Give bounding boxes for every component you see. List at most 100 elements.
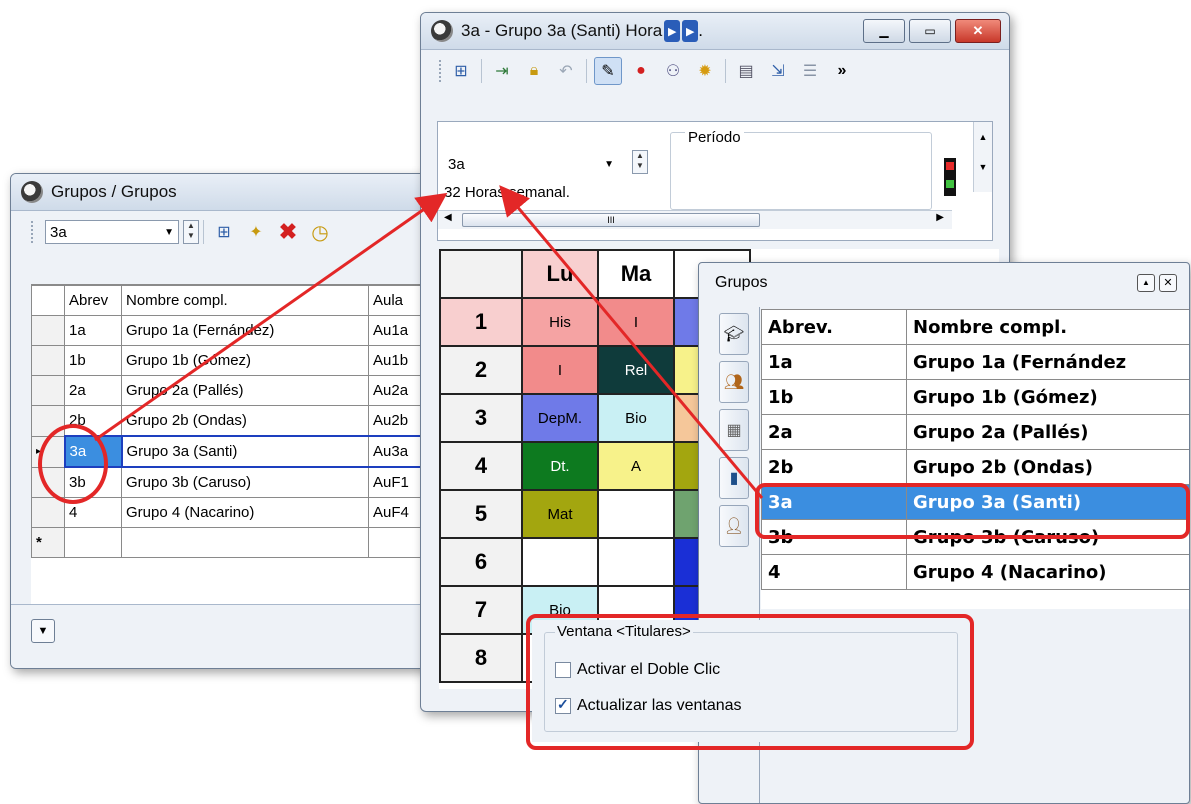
gear-icon[interactable]: ✹ — [692, 58, 718, 84]
scroll-left-icon[interactable]: ◀ — [444, 212, 452, 223]
lesson-cell[interactable]: Rel — [597, 345, 675, 395]
horizontal-scrollbar[interactable]: ◀ III ▶ — [438, 210, 952, 229]
list-item[interactable]: 2a Grupo 2a (Pallés) — [761, 414, 1189, 450]
cell-name[interactable]: Grupo 2b (Ondas) — [121, 405, 369, 437]
list-item-name[interactable]: Grupo 1a (Fernández — [906, 344, 1189, 380]
classes-tab-icon[interactable]: 👥︎ — [719, 361, 749, 403]
list-item[interactable]: 1a Grupo 1a (Fernández — [761, 344, 1189, 380]
layout-icon[interactable]: ☰ — [797, 58, 823, 84]
list-item-abbr[interactable]: 4 — [761, 554, 907, 590]
row-selector[interactable] — [31, 345, 65, 376]
grid-view-icon[interactable]: ⊞ — [448, 58, 474, 84]
cell-name[interactable]: Grupo 4 (Nacarino) — [121, 497, 369, 528]
toolbar-grip[interactable] — [439, 60, 445, 82]
cell-name[interactable]: Grupo 2a (Pallés) — [121, 375, 369, 406]
table-row[interactable]: 2a Grupo 2a (Pallés) Au2a — [31, 375, 431, 406]
cell-name[interactable]: Grupo 1a (Fernández) — [121, 315, 369, 346]
panel-column-name[interactable]: Nombre compl. — [906, 309, 1189, 345]
close-panel-icon[interactable]: ✕ — [1159, 274, 1177, 292]
new-row[interactable]: * — [31, 527, 431, 558]
lesson-cell[interactable]: A — [597, 441, 675, 491]
list-item-name[interactable]: Grupo 1b (Gómez) — [906, 379, 1189, 415]
maximize-button[interactable]: ▭ — [909, 19, 951, 43]
list-item-abbr[interactable]: 1a — [761, 344, 907, 380]
nav-last-icon[interactable]: ▶ — [682, 20, 699, 42]
day-header[interactable]: Ma — [597, 249, 675, 299]
table-row[interactable]: 4 Grupo 4 (Nacarino) AuF4 — [31, 497, 431, 528]
table-row[interactable]: 1b Grupo 1b (Gómez) Au1b — [31, 345, 431, 376]
row-selector[interactable] — [31, 375, 65, 406]
teacher-tab-icon[interactable]: 🎓︎ — [719, 313, 749, 355]
day-header[interactable]: Lu — [521, 249, 599, 299]
list-item[interactable]: 2b Grupo 2b (Ondas) — [761, 449, 1189, 485]
lesson-cell[interactable] — [597, 537, 675, 587]
new-record-icon[interactable]: ✦ — [243, 219, 269, 245]
exit-icon[interactable]: ⇥ — [489, 58, 515, 84]
minimize-button[interactable]: ▁ — [863, 19, 905, 43]
period-number: 3 — [439, 393, 523, 443]
lesson-cell[interactable] — [597, 489, 675, 539]
cell-name[interactable]: Grupo 3a (Santi) — [121, 435, 369, 468]
dropdown-arrow-icon[interactable]: ▼ — [604, 159, 614, 170]
list-item-abbr[interactable]: 2a — [761, 414, 907, 450]
clock-icon[interactable]: ◷ — [307, 219, 333, 245]
student-tab-icon[interactable]: 👤︎ — [719, 505, 749, 547]
cell-abbr[interactable]: 1a — [64, 315, 122, 346]
table-row[interactable]: 1a Grupo 1a (Fernández) Au1a — [31, 315, 431, 346]
list-item-abbr[interactable]: 2b — [761, 449, 907, 485]
groups-panel-titlebar[interactable]: Grupos ▲ ✕ — [699, 263, 1189, 303]
list-item[interactable]: 4 Grupo 4 (Nacarino) — [761, 554, 1189, 590]
users-icon[interactable]: ⚇ — [660, 58, 686, 84]
lesson-cell[interactable]: His — [521, 297, 599, 347]
close-button[interactable]: ✕ — [955, 19, 1001, 43]
list-item-abbr[interactable]: 1b — [761, 379, 907, 415]
palette-icon[interactable]: ✎ — [594, 57, 622, 85]
row-selector[interactable] — [31, 497, 65, 528]
vertical-scrollbar[interactable]: ▲ ▼ — [973, 122, 992, 192]
collapse-button[interactable]: ▼ — [31, 619, 55, 643]
row-selector[interactable] — [31, 315, 65, 346]
rooms-tab-icon[interactable]: ▦ — [719, 409, 749, 451]
column-header-name[interactable]: Nombre compl. — [121, 285, 369, 316]
pin-icon[interactable]: ● — [628, 58, 654, 84]
list-item-name[interactable]: Grupo 4 (Nacarino) — [906, 554, 1189, 590]
groups-window-titlebar[interactable]: Grupos / Grupos — [11, 174, 431, 211]
export-icon[interactable]: ⇲ — [765, 58, 791, 84]
lesson-cell[interactable]: I — [597, 297, 675, 347]
list-item-name[interactable]: Grupo 2b (Ondas) — [906, 449, 1189, 485]
collapse-panel-icon[interactable]: ▲ — [1137, 274, 1155, 292]
list-item-name[interactable]: Grupo 2a (Pallés) — [906, 414, 1189, 450]
group-select[interactable]: 3a ▼ — [45, 220, 179, 244]
scroll-thumb[interactable]: III — [462, 213, 760, 227]
column-header-abbr[interactable]: Abrev — [64, 285, 122, 316]
timetable-window-titlebar[interactable]: 3a - Grupo 3a (Santi) Hora ▶ ▶ . ▁ ▭ ✕ — [421, 13, 1009, 50]
cell-abbr[interactable]: 1b — [64, 345, 122, 376]
lesson-cell[interactable]: I — [521, 345, 599, 395]
lesson-cell[interactable]: Dt. — [521, 441, 599, 491]
lock-icon[interactable]: 🔒︎ — [521, 58, 547, 84]
undo-icon[interactable]: ↶ — [553, 58, 579, 84]
toolbar-grip[interactable] — [31, 221, 39, 243]
lesson-cell[interactable] — [521, 537, 599, 587]
spin-updown-icon[interactable]: ▲ ▼ — [183, 220, 199, 244]
delete-icon[interactable]: ✖ — [275, 219, 301, 245]
cell-name[interactable] — [121, 527, 369, 558]
overflow-chevron-icon[interactable]: » — [829, 58, 855, 84]
cell-name[interactable]: Grupo 3b (Caruso) — [121, 466, 369, 498]
subjects-tab-icon[interactable]: ▮ — [719, 457, 749, 499]
panel-column-abbr[interactable]: Abrev. — [761, 309, 907, 345]
cell-abbr[interactable] — [64, 527, 122, 558]
grid-view-icon[interactable]: ⊞ — [211, 219, 237, 245]
list-item[interactable]: 1b Grupo 1b (Gómez) — [761, 379, 1189, 415]
dropdown-arrow-icon[interactable]: ▼ — [164, 227, 174, 238]
nav-next-icon[interactable]: ▶ — [664, 20, 681, 42]
print-icon[interactable]: ▤ — [733, 58, 759, 84]
spin-updown-icon[interactable]: ▲ ▼ — [632, 150, 648, 174]
lesson-cell[interactable]: Bio — [597, 393, 675, 443]
cell-name[interactable]: Grupo 1b (Gómez) — [121, 345, 369, 376]
scroll-right-icon[interactable]: ▶ — [936, 212, 944, 223]
lesson-cell[interactable]: DepM. — [521, 393, 599, 443]
class-select[interactable]: 3a ▼ — [444, 152, 618, 176]
cell-abbr[interactable]: 2a — [64, 375, 122, 406]
lesson-cell[interactable]: Mat — [521, 489, 599, 539]
